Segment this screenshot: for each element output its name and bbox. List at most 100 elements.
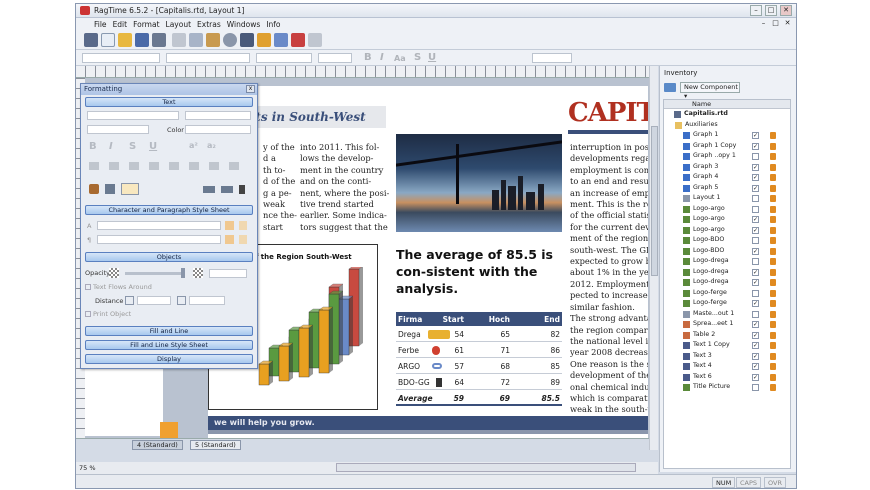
maximize-button[interactable]: □ xyxy=(765,5,777,16)
visibility-checkbox[interactable]: ✓ xyxy=(752,342,759,349)
menu-layout[interactable]: Layout xyxy=(166,20,192,29)
inventory-item[interactable]: Logo-argo xyxy=(664,204,790,215)
text-column-3[interactable]: interruption in positi developments rega… xyxy=(570,142,648,414)
visibility-checkbox[interactable]: ✓ xyxy=(752,352,759,360)
page-tab-4[interactable]: 4 (Standard) xyxy=(132,440,183,450)
doc-restore-button[interactable]: □ xyxy=(771,19,780,28)
zoom-level[interactable]: 75 % xyxy=(79,464,96,472)
text-column-2[interactable]: into 2011. This fol- lows the develop- m… xyxy=(300,142,392,242)
visibility-checkbox[interactable]: ✓ xyxy=(752,163,759,171)
cursor-icon[interactable] xyxy=(121,183,139,195)
vertical-distance-field[interactable] xyxy=(189,296,225,305)
visibility-checkbox[interactable] xyxy=(752,258,759,265)
inventory-item[interactable]: Graph ..opy 1 xyxy=(664,151,790,162)
inventory-item[interactable]: Maste...out 1 xyxy=(664,309,790,320)
visibility-checkbox[interactable]: ✓ xyxy=(752,226,759,234)
inventory-item[interactable]: Logo-drega xyxy=(664,256,790,267)
minimize-button[interactable]: – xyxy=(750,5,762,16)
lock-icon[interactable] xyxy=(770,331,776,339)
inventory-root[interactable]: Capitalis.rtd xyxy=(664,109,790,120)
inventory-item[interactable]: Logo-ferge ✓ xyxy=(664,298,790,309)
visibility-checkbox[interactable] xyxy=(752,153,759,160)
inventory-item[interactable]: Logo-BDO ✓ xyxy=(664,246,790,257)
visibility-checkbox[interactable]: ✓ xyxy=(752,142,759,150)
doc-close-button[interactable]: ✕ xyxy=(783,19,792,28)
visibility-checkbox[interactable]: ✓ xyxy=(752,300,759,307)
open-icon[interactable] xyxy=(118,33,132,47)
lock-icon[interactable] xyxy=(770,142,776,150)
baseline-combo[interactable] xyxy=(532,53,572,63)
inventory-item[interactable]: Auxiliaries xyxy=(664,120,790,131)
formatting-palette[interactable]: Formatting x Text Color B I S U a² a₂ Ch… xyxy=(80,83,258,369)
page-tab-5[interactable]: 5 (Standard) xyxy=(190,440,241,450)
char-para-stylesheet-button[interactable]: Character and Paragraph Style Sheet xyxy=(85,205,253,215)
inventory-item[interactable]: Logo-ferge xyxy=(664,288,790,299)
objects-section-button[interactable]: Objects xyxy=(85,252,253,262)
visibility-checkbox[interactable] xyxy=(752,384,759,391)
vertical-scrollbar[interactable] xyxy=(649,66,658,450)
fill-line-button[interactable]: Fill and Line xyxy=(85,326,253,336)
superscript-button[interactable]: a² xyxy=(189,141,198,150)
inventory-item[interactable]: Layout 1 xyxy=(664,193,790,204)
new-component-button[interactable]: New Component ▾ xyxy=(680,82,740,100)
print-object-checkbox[interactable] xyxy=(85,311,91,317)
menu-edit[interactable]: Edit xyxy=(113,20,128,29)
italic-button[interactable]: I xyxy=(380,52,384,63)
horizontal-scrollbar[interactable] xyxy=(336,463,636,472)
lock-icon[interactable] xyxy=(308,33,322,47)
inventory-item[interactable]: Logo-drega ✓ xyxy=(664,267,790,278)
close-button[interactable]: ✕ xyxy=(780,5,792,16)
visibility-checkbox[interactable]: ✓ xyxy=(752,216,759,223)
lock-icon[interactable] xyxy=(770,373,776,381)
lock-icon[interactable] xyxy=(770,258,776,265)
inventory-item[interactable]: Logo-argo ✓ xyxy=(664,214,790,225)
align-buttons[interactable] xyxy=(89,162,249,170)
visibility-checkbox[interactable]: ✓ xyxy=(752,184,759,192)
print-icon[interactable] xyxy=(152,33,166,47)
menu-format[interactable]: Format xyxy=(133,20,159,29)
doc-minimize-button[interactable]: – xyxy=(759,19,768,28)
inventory-item[interactable]: Table 2 ✓ xyxy=(664,330,790,341)
visibility-checkbox[interactable] xyxy=(752,310,759,318)
strike-button[interactable]: S xyxy=(414,52,421,63)
inventory-item[interactable]: Text 6 ✓ xyxy=(664,372,790,383)
font-combo[interactable] xyxy=(87,111,179,120)
lock-icon[interactable] xyxy=(770,237,776,244)
lock-icon[interactable] xyxy=(770,195,776,202)
menu-file[interactable]: File xyxy=(94,20,107,29)
lock-icon[interactable] xyxy=(770,300,776,307)
strike-button[interactable]: S xyxy=(129,141,136,152)
text-section-button[interactable]: Text xyxy=(85,97,253,107)
opacity-slider[interactable] xyxy=(125,272,183,275)
lock-icon[interactable] xyxy=(770,174,776,181)
inventory-item[interactable]: Text 1 Copy ✓ xyxy=(664,340,790,351)
tools-icon[interactable] xyxy=(89,184,99,194)
fill-line-stylesheet-button[interactable]: Fill and Line Style Sheet xyxy=(85,340,253,350)
visibility-checkbox[interactable] xyxy=(752,289,759,297)
menu-windows[interactable]: Windows xyxy=(227,20,260,29)
new-document-icon[interactable] xyxy=(101,33,115,47)
visibility-checkbox[interactable]: ✓ xyxy=(752,321,759,328)
lock-icon[interactable] xyxy=(770,163,776,171)
bold-button[interactable]: B xyxy=(89,141,97,152)
menu-info[interactable]: Info xyxy=(266,20,280,29)
folder-icon[interactable] xyxy=(664,83,676,92)
inventory-item[interactable]: Text 3 ✓ xyxy=(664,351,790,362)
scroll-thumb[interactable] xyxy=(651,126,658,276)
inventory-item[interactable]: Text 4 ✓ xyxy=(664,361,790,372)
lock-icon[interactable] xyxy=(770,352,776,360)
visibility-checkbox[interactable]: ✓ xyxy=(752,363,759,370)
lock-icon[interactable] xyxy=(770,384,776,391)
visibility-checkbox[interactable] xyxy=(752,195,759,202)
visibility-checkbox[interactable]: ✓ xyxy=(752,174,759,181)
visibility-checkbox[interactable] xyxy=(752,237,759,244)
save-icon[interactable] xyxy=(135,33,149,47)
cut-icon[interactable] xyxy=(172,33,186,47)
lock-icon[interactable] xyxy=(770,226,776,234)
text-flows-checkbox[interactable] xyxy=(85,284,91,290)
case-button[interactable]: Aa xyxy=(394,54,406,63)
data-table[interactable]: Firma Start Hoch End Dregа 54 65 82 Ferb… xyxy=(396,312,562,406)
lock-icon[interactable] xyxy=(770,268,776,276)
document-page[interactable]: rkets in South-West y of the d a th to- … xyxy=(208,86,648,438)
visibility-checkbox[interactable]: ✓ xyxy=(752,331,759,339)
